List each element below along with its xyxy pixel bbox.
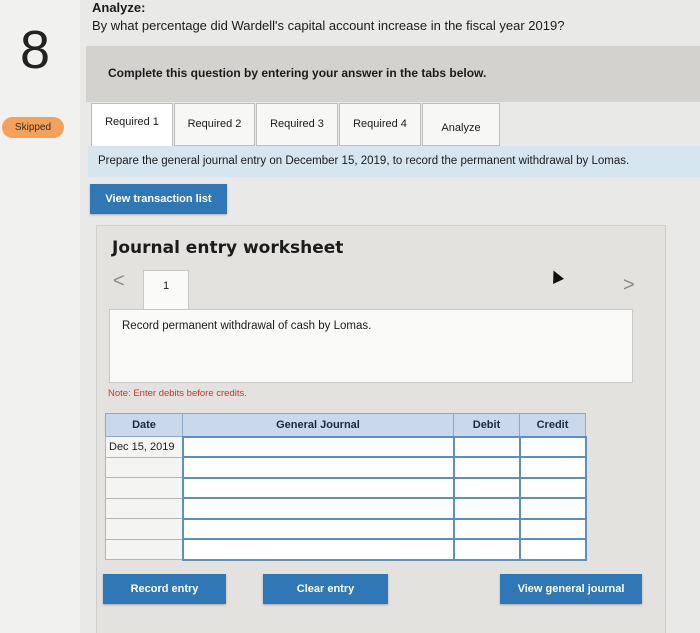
question-number: 8 bbox=[19, 20, 51, 80]
account-input[interactable] bbox=[181, 517, 455, 540]
table-row bbox=[105, 517, 587, 540]
clear-entry-button[interactable]: Clear entry bbox=[263, 574, 388, 604]
debit-column-header: Debit bbox=[453, 413, 520, 437]
date-cell bbox=[105, 456, 183, 478]
debit-input[interactable] bbox=[452, 456, 521, 479]
credit-input[interactable] bbox=[518, 497, 587, 520]
table-row bbox=[105, 538, 587, 561]
tab-required-3[interactable]: Required 3 bbox=[256, 103, 338, 146]
general-journal-column-header: General Journal bbox=[182, 413, 454, 437]
date-cell bbox=[105, 518, 183, 540]
journal-table: Date General Journal Debit Credit Dec 15… bbox=[105, 413, 587, 561]
tab-analyze[interactable]: Analyze bbox=[422, 103, 500, 146]
table-row bbox=[105, 456, 587, 479]
date-cell bbox=[105, 497, 183, 519]
credit-input[interactable] bbox=[518, 456, 587, 479]
record-entry-button[interactable]: Record entry bbox=[103, 574, 226, 604]
instruction-text: Complete this question by entering your … bbox=[108, 66, 487, 80]
account-input[interactable] bbox=[181, 538, 455, 561]
table-row: Dec 15, 2019 bbox=[105, 435, 587, 458]
date-cell: Dec 15, 2019 bbox=[105, 436, 183, 458]
date-cell bbox=[105, 538, 183, 560]
account-input[interactable] bbox=[181, 435, 455, 458]
account-input[interactable] bbox=[181, 456, 455, 479]
question-heading: Analyze: bbox=[92, 0, 146, 15]
status-badge: Skipped bbox=[2, 117, 64, 138]
debit-input[interactable] bbox=[452, 538, 521, 561]
tab-required-4[interactable]: Required 4 bbox=[339, 103, 421, 146]
debit-input[interactable] bbox=[452, 497, 521, 520]
debit-input[interactable] bbox=[452, 435, 521, 458]
tab-required-1[interactable]: Required 1 bbox=[91, 103, 173, 146]
view-transaction-list-button[interactable]: View transaction list bbox=[90, 184, 227, 214]
debit-input[interactable] bbox=[452, 476, 521, 499]
tab-required-2[interactable]: Required 2 bbox=[174, 103, 255, 146]
credit-input[interactable] bbox=[518, 517, 587, 540]
task-prompt: Prepare the general journal entry on Dec… bbox=[88, 146, 700, 177]
date-column-header: Date bbox=[105, 413, 183, 437]
question-text: By what percentage did Wardell's capital… bbox=[92, 18, 565, 33]
chevron-left-icon[interactable]: < bbox=[113, 270, 125, 293]
worksheet-page-tab[interactable]: 1 bbox=[143, 270, 189, 310]
credit-input[interactable] bbox=[518, 476, 587, 499]
worksheet-title: Journal entry worksheet bbox=[112, 238, 344, 258]
credit-column-header: Credit bbox=[519, 413, 586, 437]
chevron-right-icon[interactable]: > bbox=[623, 274, 635, 297]
question-sidebar bbox=[0, 0, 80, 633]
debit-input[interactable] bbox=[452, 517, 521, 540]
transaction-description: Record permanent withdrawal of cash by L… bbox=[122, 320, 372, 332]
account-input[interactable] bbox=[181, 497, 455, 520]
debit-credit-note: Note: Enter debits before credits. bbox=[108, 388, 247, 399]
view-general-journal-button[interactable]: View general journal bbox=[500, 574, 642, 604]
tab-bar: Required 1 Required 2 Required 3 Require… bbox=[91, 103, 501, 146]
table-row bbox=[105, 476, 587, 499]
journal-header-row: Date General Journal Debit Credit bbox=[105, 413, 586, 437]
table-row bbox=[105, 497, 587, 520]
credit-input[interactable] bbox=[518, 538, 587, 561]
date-cell bbox=[105, 477, 183, 499]
credit-input[interactable] bbox=[518, 435, 587, 458]
account-input[interactable] bbox=[181, 476, 455, 499]
